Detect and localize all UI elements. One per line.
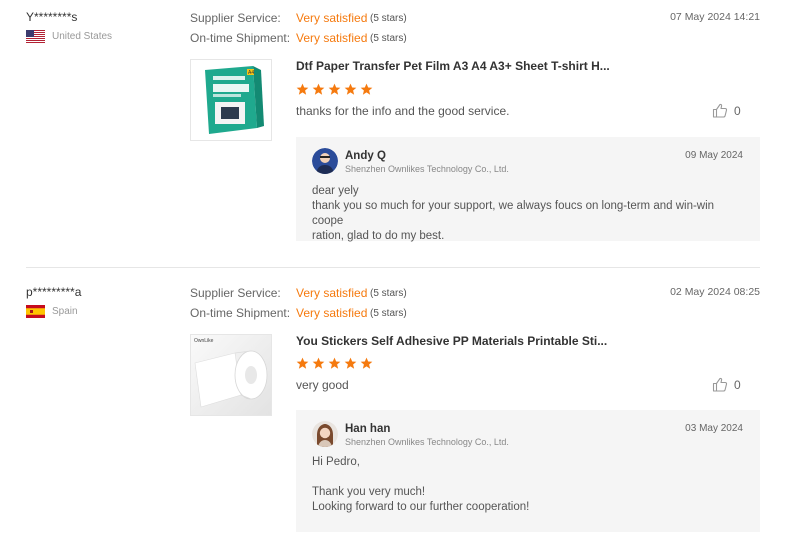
star-icon (328, 83, 341, 95)
product-title-link[interactable]: Dtf Paper Transfer Pet Film A3 A4 A3+ Sh… (296, 59, 610, 73)
reply-author: Andy Q (345, 150, 386, 162)
reply-author: Han han (345, 423, 391, 435)
review-card: p*********a Spain Supplier Service: Very… (0, 268, 790, 538)
reviewer-name: Y********s (26, 10, 78, 24)
reviewer-country: Spain (26, 305, 78, 318)
review-date: 02 May 2024 08:25 (670, 286, 760, 298)
shipment-value: Very satisfied (296, 31, 368, 45)
supplier-service-label: Supplier Service: (190, 11, 281, 25)
star-icon (360, 357, 373, 369)
spain-flag-icon (26, 305, 45, 318)
review-card: Y********s United States Supplier Servic… (0, 0, 790, 268)
product-image-icon: OwnLike (191, 335, 271, 415)
supplier-service-value: Very satisfied (296, 11, 368, 25)
country-name: Spain (52, 306, 78, 317)
reviewer-country: United States (26, 30, 112, 43)
reply-text: dear yely thank you so much for your sup… (312, 185, 715, 242)
country-name: United States (52, 31, 113, 42)
like-count: 0 (734, 377, 741, 392)
product-rating (296, 357, 373, 370)
star-icon (296, 357, 309, 369)
star-icon (296, 83, 309, 95)
star-icon (360, 83, 373, 95)
avatar (312, 148, 338, 174)
reviewer-name: p*********a (26, 285, 82, 299)
supplier-service-stars: (5 stars) (370, 13, 407, 24)
product-thumbnail[interactable]: OwnLike (190, 334, 272, 416)
thumb-badge-text: A4 (248, 70, 254, 76)
reply-date: 09 May 2024 (685, 150, 743, 161)
product-title-link[interactable]: You Stickers Self Adhesive PP Materials … (296, 334, 607, 348)
review-comment: very good (296, 378, 349, 392)
star-icon (328, 357, 341, 369)
supplier-service-stars: (5 stars) (370, 288, 407, 299)
like-button[interactable]: 0 (712, 103, 741, 118)
supplier-reply: Andy Q Shenzhen Ownlikes Technology Co.,… (296, 137, 760, 242)
us-flag-icon (26, 30, 45, 43)
shipment-label: On-time Shipment: (190, 306, 291, 320)
thumbs-up-icon (712, 103, 728, 118)
review-comment: thanks for the info and the good service… (296, 104, 510, 118)
shipment-stars: (5 stars) (370, 308, 407, 319)
shipment-value: Very satisfied (296, 306, 368, 320)
reply-date: 03 May 2024 (685, 423, 743, 434)
like-button[interactable]: 0 (712, 377, 741, 392)
reply-text: Hi Pedro, Thank you very much! Looking f… (312, 456, 530, 513)
thumb-brand-text: OwnLike (194, 338, 214, 344)
like-count: 0 (734, 103, 741, 118)
star-icon (312, 357, 325, 369)
star-icon (312, 83, 325, 95)
shipment-label: On-time Shipment: (190, 31, 291, 45)
star-icon (344, 83, 357, 95)
thumbs-up-icon (712, 377, 728, 392)
reply-company: Shenzhen Ownlikes Technology Co., Ltd. (345, 164, 509, 174)
shipment-stars: (5 stars) (370, 33, 407, 44)
product-rating (296, 83, 373, 96)
product-thumbnail[interactable]: A4 (190, 59, 272, 141)
supplier-service-label: Supplier Service: (190, 286, 281, 300)
product-image-icon: A4 (191, 60, 271, 140)
avatar (312, 421, 338, 447)
supplier-reply: Han han Shenzhen Ownlikes Technology Co.… (296, 410, 760, 532)
reply-company: Shenzhen Ownlikes Technology Co., Ltd. (345, 437, 509, 447)
review-date: 07 May 2024 14:21 (670, 11, 760, 23)
supplier-service-value: Very satisfied (296, 286, 368, 300)
star-icon (344, 357, 357, 369)
